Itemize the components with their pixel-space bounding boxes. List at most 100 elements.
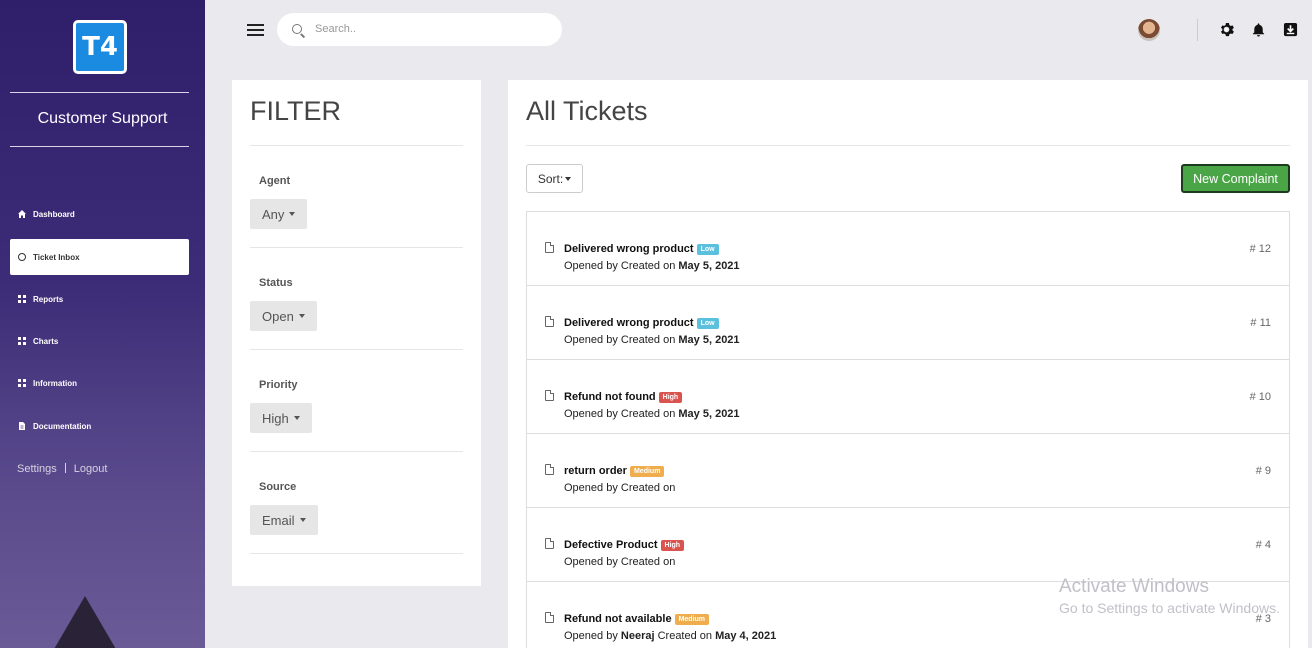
divider bbox=[250, 553, 463, 554]
filter-agent-dropdown[interactable]: Any bbox=[250, 199, 308, 229]
settings-link[interactable]: Settings bbox=[17, 463, 57, 475]
caret-down-icon bbox=[293, 416, 300, 420]
ticket-number: # 4 bbox=[1255, 539, 1271, 551]
ticket-subject[interactable]: Refund not found High bbox=[564, 391, 683, 403]
filter-panel: FILTER Agent Any Status Open Priority Hi… bbox=[232, 80, 481, 586]
file-icon bbox=[545, 316, 554, 327]
ticket-subject[interactable]: Refund not available Medium bbox=[564, 613, 710, 625]
ticket-number: # 12 bbox=[1249, 243, 1271, 255]
ticket-number: # 10 bbox=[1249, 391, 1271, 403]
ticket-number: # 9 bbox=[1255, 465, 1271, 477]
ticket-subject[interactable]: return order Medium bbox=[564, 465, 665, 477]
sort-dropdown[interactable]: Sort: bbox=[526, 164, 583, 193]
sidebar-item-label: Charts bbox=[33, 336, 59, 346]
gear-icon[interactable] bbox=[1219, 22, 1234, 37]
ticket-subject[interactable]: Delivered wrong product Low bbox=[564, 243, 719, 255]
account-links: Settings Logout bbox=[17, 463, 107, 475]
sidebar-item-information[interactable]: Information bbox=[10, 365, 189, 401]
divider bbox=[250, 451, 463, 452]
priority-badge: Medium bbox=[674, 614, 710, 625]
file-icon bbox=[545, 464, 554, 475]
ticket-meta: Opened by Created on May 5, 2021 bbox=[564, 334, 740, 346]
ticket-meta: Opened by Neeraj Created on May 4, 2021 bbox=[564, 630, 777, 642]
ticket-meta: Opened by Created on bbox=[564, 556, 676, 568]
ticket-row[interactable]: Refund not found High Opened by Created o… bbox=[527, 360, 1289, 434]
separator bbox=[64, 463, 66, 473]
sidebar-item-reports[interactable]: Reports bbox=[10, 281, 189, 317]
sidebar-item-documentation[interactable]: Documentation bbox=[10, 408, 189, 444]
filter-source-label: Source bbox=[259, 481, 297, 493]
menu-icon[interactable] bbox=[247, 24, 264, 36]
caret-down-icon bbox=[298, 314, 305, 318]
ticket-meta: Opened by Created on May 5, 2021 bbox=[564, 408, 740, 420]
divider bbox=[10, 92, 189, 93]
dropdown-value: Any bbox=[262, 206, 285, 222]
filter-title: FILTER bbox=[250, 96, 342, 126]
caret-down-icon bbox=[299, 518, 306, 522]
ticket-subject[interactable]: Defective Product High bbox=[564, 539, 685, 551]
logout-link[interactable]: Logout bbox=[74, 463, 108, 475]
sidebar-item-charts[interactable]: Charts bbox=[10, 323, 189, 359]
divider bbox=[250, 247, 463, 248]
sidebar-item-label: Dashboard bbox=[33, 209, 75, 219]
filter-source-dropdown[interactable]: Email bbox=[250, 505, 318, 535]
divider bbox=[10, 146, 189, 147]
sidebar-item-dashboard[interactable]: Dashboard bbox=[10, 196, 189, 232]
caret-down-icon bbox=[565, 176, 572, 181]
sidebar-item-label: Reports bbox=[33, 294, 64, 304]
file-icon bbox=[545, 242, 554, 253]
search-bar bbox=[277, 13, 562, 46]
priority-badge: High bbox=[658, 392, 683, 403]
building-silhouette bbox=[50, 596, 120, 648]
divider bbox=[1197, 19, 1198, 41]
ticket-meta: Opened by Created on May 5, 2021 bbox=[564, 260, 740, 272]
sidebar-item-ticket-inbox[interactable]: Ticket Inbox bbox=[10, 239, 189, 275]
logo[interactable]: T4 bbox=[73, 20, 127, 74]
file-icon bbox=[545, 538, 554, 549]
info-grid-icon bbox=[18, 379, 26, 387]
filter-priority-label: Priority bbox=[259, 379, 298, 391]
caret-down-icon bbox=[289, 212, 296, 216]
ticket-row[interactable]: return order Medium Opened by Created on … bbox=[527, 434, 1289, 508]
tickets-panel: All Tickets Sort: New Complaint Delivere… bbox=[508, 80, 1308, 648]
sidebar-item-label: Information bbox=[33, 378, 77, 388]
ticket-row[interactable]: Delivered wrong product Low Opened by Cre… bbox=[527, 286, 1289, 360]
ticket-subject[interactable]: Delivered wrong product Low bbox=[564, 317, 719, 329]
dropdown-value: High bbox=[262, 410, 289, 426]
divider bbox=[250, 145, 463, 146]
ticket-row[interactable]: Delivered wrong product Low Opened by Cre… bbox=[527, 212, 1289, 286]
filter-status-label: Status bbox=[259, 277, 293, 289]
dropdown-value: Email bbox=[262, 512, 295, 528]
filter-agent-label: Agent bbox=[259, 175, 291, 187]
ticket-number: # 11 bbox=[1250, 317, 1271, 329]
file-icon bbox=[545, 390, 554, 401]
grid-icon bbox=[18, 337, 26, 345]
dropdown-value: Open bbox=[262, 308, 294, 324]
avatar[interactable] bbox=[1138, 19, 1160, 41]
divider bbox=[250, 349, 463, 350]
priority-badge: Low bbox=[696, 318, 719, 329]
page-title: All Tickets bbox=[526, 96, 648, 126]
sort-label: Sort: bbox=[537, 171, 564, 186]
priority-badge: Medium bbox=[629, 466, 665, 477]
home-icon bbox=[18, 210, 26, 218]
file-icon bbox=[545, 612, 554, 623]
windows-watermark-subtitle: Go to Settings to activate Windows. bbox=[1059, 600, 1280, 616]
ticket-meta: Opened by Created on bbox=[564, 482, 676, 494]
windows-watermark-title: Activate Windows bbox=[1059, 576, 1209, 597]
filter-priority-dropdown[interactable]: High bbox=[250, 403, 312, 433]
sidebar-item-label: Ticket Inbox bbox=[33, 252, 80, 262]
new-complaint-button[interactable]: New Complaint bbox=[1181, 164, 1290, 193]
inbox-icon bbox=[18, 253, 26, 261]
bell-icon[interactable] bbox=[1251, 22, 1266, 37]
sidebar: T4 Customer Support Dashboard Ticket Inb… bbox=[0, 0, 205, 648]
ticket-row[interactable]: Defective Product High Opened by Created … bbox=[527, 508, 1289, 582]
priority-badge: High bbox=[660, 540, 685, 551]
sidebar-item-label: Documentation bbox=[33, 421, 92, 431]
download-icon[interactable] bbox=[1283, 22, 1298, 37]
brand-title: Customer Support bbox=[37, 110, 168, 127]
filter-status-dropdown[interactable]: Open bbox=[250, 301, 317, 331]
search-icon bbox=[292, 24, 302, 34]
grid-icon bbox=[18, 295, 26, 303]
search-input[interactable] bbox=[315, 19, 545, 39]
